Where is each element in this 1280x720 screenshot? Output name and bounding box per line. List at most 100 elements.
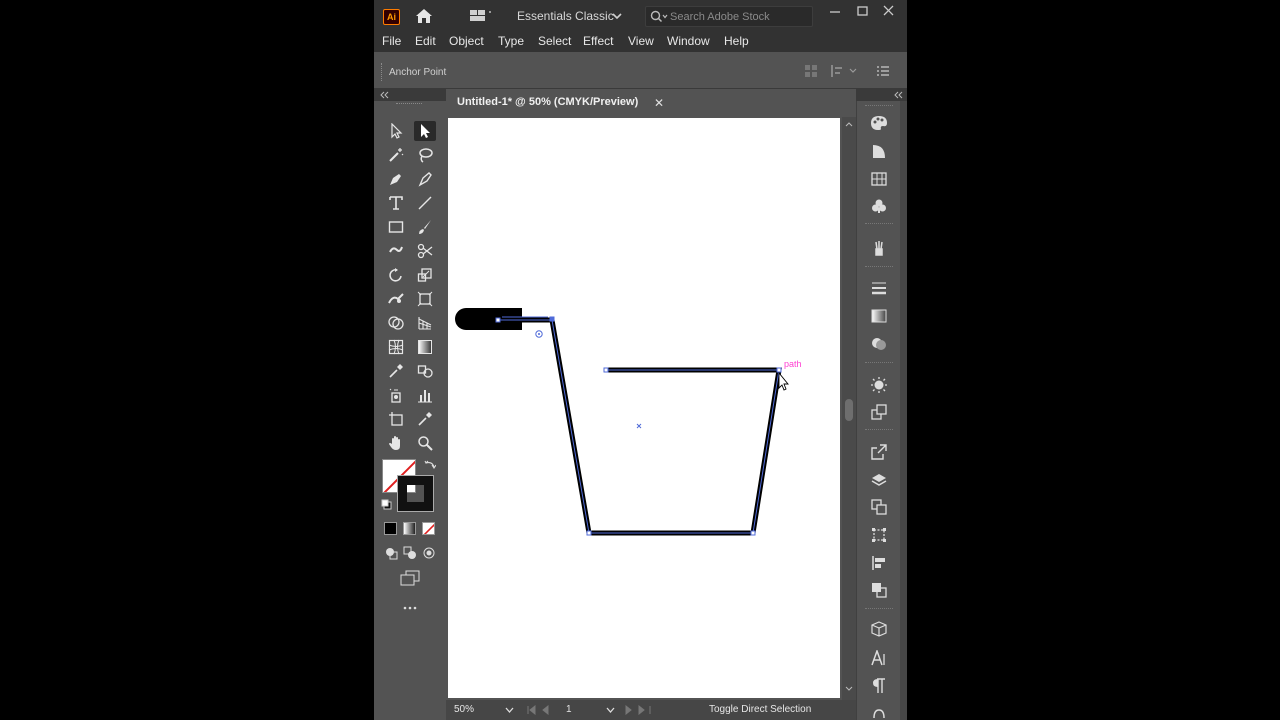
menu-edit[interactable]: Edit [415,34,436,48]
lasso-tool-icon[interactable] [414,145,436,165]
chevron-down-icon[interactable] [612,12,622,20]
artboard[interactable]: path [448,118,840,698]
stroke-swatch[interactable] [397,475,434,512]
dock-header[interactable] [856,89,907,101]
draw-behind-icon[interactable] [403,546,417,560]
control-bar-grip[interactable] [381,63,383,81]
zoom-select[interactable]: 50% [446,702,518,718]
free-transform-tool-icon[interactable] [414,289,436,309]
align-panel-icon[interactable] [869,554,889,572]
blend-tool-icon[interactable] [414,361,436,381]
minimize-icon[interactable] [824,3,846,19]
rectangle-tool-icon[interactable] [385,217,407,237]
artboard-select[interactable]: 1 [562,702,618,718]
canvas-area[interactable]: path [446,117,842,700]
color-mode-swatch[interactable] [384,522,397,535]
color-guide-icon[interactable] [869,142,889,160]
transform-icon[interactable] [830,64,858,78]
slice-tool-icon[interactable] [414,409,436,429]
mesh-tool-icon[interactable] [385,337,407,357]
scale-tool-icon[interactable] [414,265,436,285]
menu-object[interactable]: Object [449,34,484,48]
scrollbar-thumb[interactable] [845,399,853,421]
scroll-down-icon[interactable] [845,686,853,692]
hand-tool-icon[interactable] [385,433,407,453]
curvature-tool-icon[interactable] [414,169,436,189]
appearance-icon[interactable] [869,376,889,394]
stock-search[interactable] [645,6,813,27]
selection-tool-icon[interactable] [385,121,407,141]
magic-wand-tool-icon[interactable] [385,145,407,165]
zoom-tool-icon[interactable] [414,433,436,453]
direct-selection-tool-icon[interactable] [414,121,436,141]
export-for-screens-icon[interactable] [869,443,889,461]
panel-menu-icon[interactable] [876,65,890,77]
shaper-tool-icon[interactable] [385,241,407,261]
toolbox-header[interactable] [374,89,446,101]
libraries-icon[interactable] [869,620,889,638]
close-icon[interactable] [877,3,899,19]
artboards-icon[interactable] [869,498,889,516]
expand-panels-icon[interactable] [893,91,903,99]
color-palette-icon[interactable] [869,114,889,132]
transform-panel-icon[interactable] [869,526,889,544]
menu-type[interactable]: Type [498,34,524,48]
stroke-icon[interactable] [869,279,889,297]
type-tool-icon[interactable] [385,193,407,213]
shape-builder-tool-icon[interactable] [385,313,407,333]
rotate-tool-icon[interactable] [385,265,407,285]
search-input[interactable] [670,9,810,25]
chevron-down-icon[interactable] [505,707,514,713]
document-tab[interactable]: Untitled-1* @ 50% (CMYK/Preview) ✕ [446,89,672,117]
paragraph-icon[interactable] [869,677,889,695]
home-icon[interactable] [414,7,434,25]
screen-mode-icon[interactable] [400,570,420,586]
arrange-documents-icon[interactable] [469,9,493,23]
opentype-icon[interactable] [869,703,889,720]
chevron-down-icon[interactable] [606,707,615,713]
symbols-icon[interactable] [869,197,889,215]
swap-fill-stroke-icon[interactable] [424,459,436,471]
close-tab-icon[interactable]: ✕ [654,96,664,110]
layers-icon[interactable] [869,471,889,489]
pen-tool-icon[interactable] [385,169,407,189]
draw-normal-icon[interactable] [384,546,398,560]
first-prev-artboard-icon[interactable] [526,705,558,715]
paintbrush-tool-icon[interactable] [414,217,436,237]
scissors-tool-icon[interactable] [414,241,436,261]
brushes-icon[interactable] [869,239,889,257]
perspective-grid-tool-icon[interactable] [414,313,436,333]
character-icon[interactable] [869,649,889,667]
menu-effect[interactable]: Effect [583,34,613,48]
next-last-artboard-icon[interactable] [622,705,654,715]
dock-scrollbar[interactable] [900,101,907,720]
menu-help[interactable]: Help [724,34,749,48]
warp-tool-icon[interactable] [385,289,407,309]
menu-select[interactable]: Select [538,34,571,48]
default-fill-stroke-icon[interactable] [381,499,392,510]
line-tool-icon[interactable] [414,193,436,213]
maximize-icon[interactable] [851,3,873,19]
artboard-tool-icon[interactable] [385,409,407,429]
artwork[interactable]: path [448,118,840,698]
draw-inside-icon[interactable] [422,546,436,560]
none-mode-swatch[interactable] [422,522,435,535]
workspace-switcher[interactable]: Essentials Classic [517,9,614,23]
menu-file[interactable]: File [382,34,401,48]
transparency-icon[interactable] [869,335,889,353]
gradient-tool-icon[interactable] [414,337,436,357]
pathfinder-icon[interactable] [869,581,889,599]
swatches-icon[interactable] [869,170,889,188]
column-graph-tool-icon[interactable] [414,385,436,405]
eyedropper-tool-icon[interactable] [385,361,407,381]
align-icon[interactable] [804,64,818,78]
menu-view[interactable]: View [628,34,654,48]
graphic-styles-icon[interactable] [869,403,889,421]
gradient-icon[interactable] [869,307,889,325]
status-text[interactable]: Toggle Direct Selection [709,704,811,715]
menu-window[interactable]: Window [667,34,710,48]
symbol-sprayer-tool-icon[interactable] [385,385,407,405]
vertical-scrollbar[interactable] [842,117,856,700]
scroll-up-icon[interactable] [845,121,853,127]
gradient-mode-swatch[interactable] [403,522,416,535]
